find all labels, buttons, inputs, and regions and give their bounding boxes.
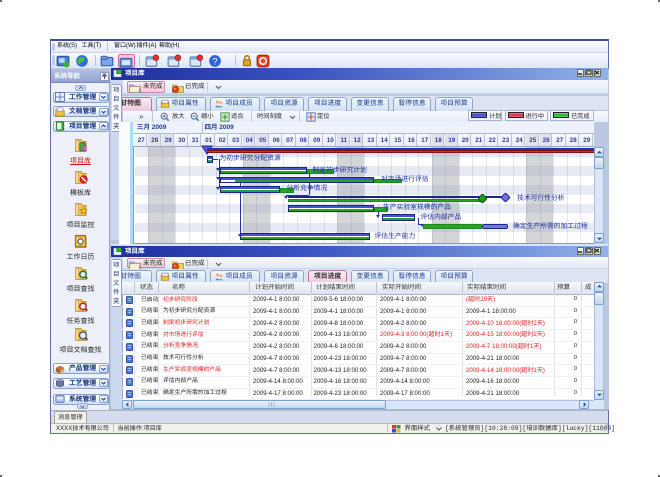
svg-text:?: ?: [212, 57, 217, 67]
